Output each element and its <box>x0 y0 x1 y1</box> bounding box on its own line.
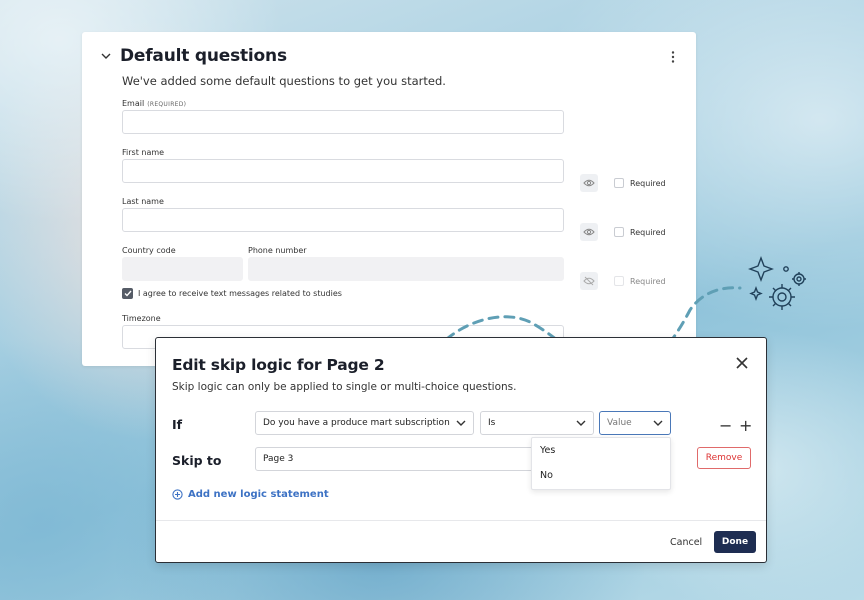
sms-consent-checkbox[interactable] <box>122 288 133 299</box>
add-logic-statement-link[interactable]: Add new logic statement <box>172 489 329 500</box>
chevron-down-icon <box>576 420 586 426</box>
modal-title: Edit skip logic for Page 2 <box>172 356 385 374</box>
timezone-label: Timezone <box>122 314 161 323</box>
required-checkbox[interactable] <box>614 227 624 237</box>
add-condition-button[interactable]: + <box>739 416 752 435</box>
required-checkbox[interactable] <box>614 276 624 286</box>
required-checkbox[interactable] <box>614 178 624 188</box>
chevron-down-icon[interactable] <box>100 50 112 62</box>
question-select[interactable]: Do you have a produce mart subscription <box>255 411 474 435</box>
question-select-value: Do you have a produce mart subscription <box>263 418 450 428</box>
kebab-menu-icon[interactable] <box>669 50 677 64</box>
country-code-field[interactable] <box>122 257 243 281</box>
close-icon[interactable] <box>735 356 749 370</box>
required-label: Required <box>630 228 666 237</box>
plus-circle-icon <box>172 489 183 500</box>
card-title: Default questions <box>120 46 287 66</box>
value-select[interactable]: Value <box>599 411 671 435</box>
checkmark-icon <box>124 290 132 297</box>
phone-number-field[interactable] <box>248 257 564 281</box>
done-button[interactable]: Done <box>714 531 756 553</box>
eye-icon <box>583 228 595 236</box>
gear-icon <box>769 266 806 310</box>
cancel-button[interactable]: Cancel <box>670 537 702 548</box>
email-field[interactable] <box>122 110 564 134</box>
first-name-label: First name <box>122 148 165 157</box>
eye-off-icon <box>583 276 595 286</box>
value-select-placeholder: Value <box>607 418 632 428</box>
card-subtitle: We've added some default questions to ge… <box>122 74 446 88</box>
skip-logic-modal: Edit skip logic for Page 2 Skip logic ca… <box>155 337 767 563</box>
value-dropdown-menu: Yes No <box>531 437 671 490</box>
eye-icon <box>583 179 595 187</box>
skip-to-select[interactable]: Page 3 <box>255 447 555 471</box>
sms-consent-label: I agree to receive text messages related… <box>138 289 342 298</box>
dropdown-option-no[interactable]: No <box>540 470 553 481</box>
operator-select-value: Is <box>488 418 496 428</box>
add-logic-statement-label: Add new logic statement <box>188 489 329 500</box>
required-tag: (REQUIRED) <box>147 101 187 108</box>
dropdown-option-yes[interactable]: Yes <box>540 445 555 456</box>
country-code-label: Country code <box>122 246 176 255</box>
email-label: Email (REQUIRED) <box>122 99 187 108</box>
visibility-toggle[interactable] <box>580 223 598 241</box>
remove-button[interactable]: Remove <box>697 447 751 469</box>
footer-divider <box>156 520 766 521</box>
chevron-down-icon <box>653 420 663 426</box>
default-questions-card: Default questions We've added some defau… <box>82 32 696 366</box>
first-name-field[interactable] <box>122 159 564 183</box>
required-label: Required <box>630 277 666 286</box>
operator-select[interactable]: Is <box>480 411 594 435</box>
last-name-field[interactable] <box>122 208 564 232</box>
if-label: If <box>172 417 183 432</box>
visibility-toggle[interactable] <box>580 174 598 192</box>
sparkle-icon <box>748 256 774 301</box>
remove-condition-button[interactable]: − <box>719 416 732 435</box>
required-label: Required <box>630 179 666 188</box>
skip-to-label: Skip to <box>172 453 222 468</box>
skip-to-select-value: Page 3 <box>263 454 294 464</box>
chevron-down-icon <box>456 420 466 426</box>
visibility-toggle[interactable] <box>580 272 598 290</box>
phone-number-label: Phone number <box>248 246 307 255</box>
last-name-label: Last name <box>122 197 164 206</box>
modal-subtitle: Skip logic can only be applied to single… <box>172 381 517 393</box>
